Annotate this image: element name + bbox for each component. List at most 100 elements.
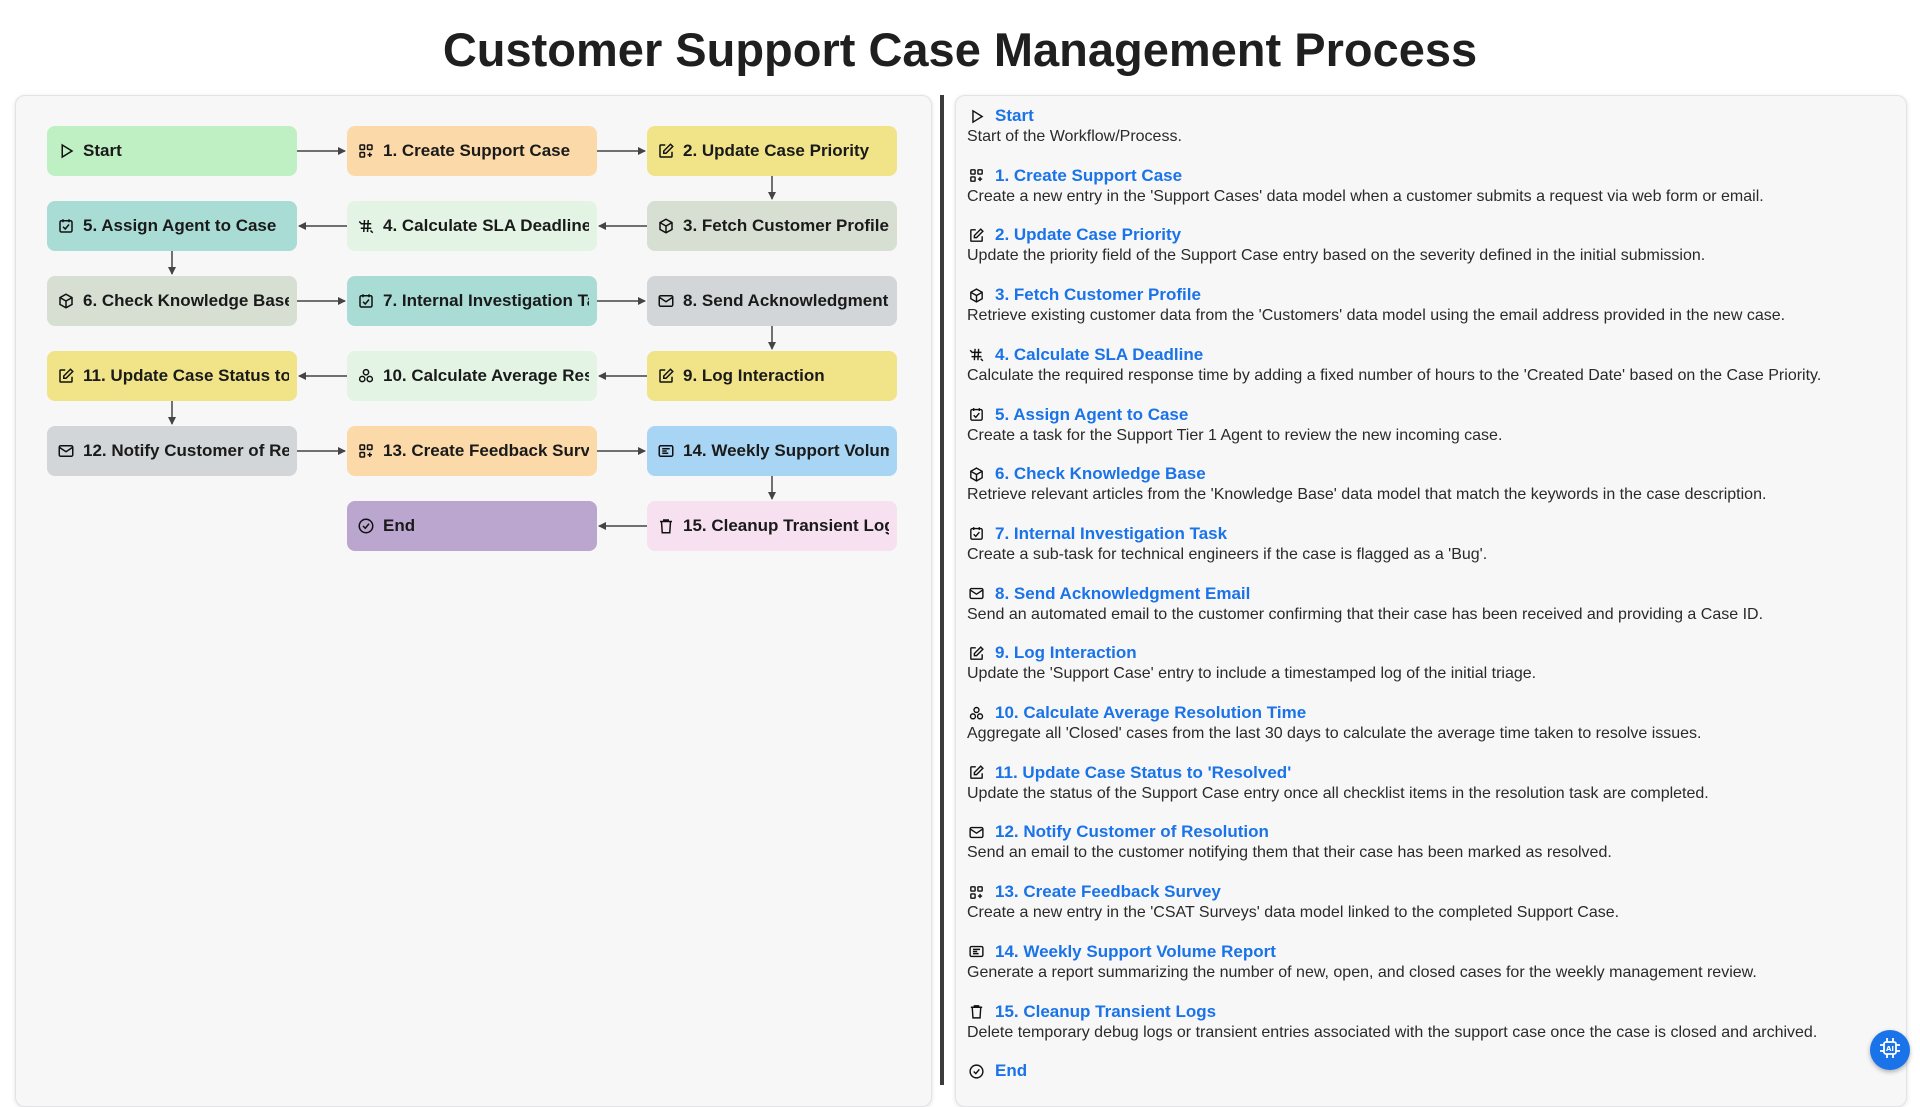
flow-node-label: 14. Weekly Support Volume Report bbox=[683, 441, 889, 460]
flow-node-label: 10. Calculate Average Resolution Time bbox=[383, 366, 589, 385]
flow-node-label: 7. Internal Investigation Task bbox=[383, 291, 589, 310]
step-link[interactable]: 7. Internal Investigation Task bbox=[995, 524, 1227, 544]
flow-node-s14[interactable]: 14. Weekly Support Volume Report bbox=[647, 426, 897, 476]
flow-node-s13[interactable]: 13. Create Feedback Survey bbox=[347, 426, 597, 476]
flow-node-s8[interactable]: 8. Send Acknowledgment Email bbox=[647, 276, 897, 326]
step-link[interactable]: 1. Create Support Case bbox=[995, 166, 1182, 186]
flow-node-s1[interactable]: 1. Create Support Case bbox=[347, 126, 597, 176]
page-title: Customer Support Case Management Process bbox=[442, 23, 1478, 76]
step-description: Start of the Workflow/Process. bbox=[967, 128, 1182, 145]
step-item: 6. Check Knowledge Base Retrieve relevant… bbox=[967, 463, 1887, 505]
ai-chip-icon: AI bbox=[1878, 1036, 1902, 1065]
step-description: Send an email to the customer notifying … bbox=[967, 844, 1612, 862]
edit-icon bbox=[967, 764, 985, 782]
mail-icon bbox=[967, 823, 985, 841]
step-link[interactable]: 13. Create Feedback Survey bbox=[995, 882, 1221, 902]
step-item: 12. Notify Customer of Resolution Send an… bbox=[967, 821, 1887, 863]
flow-node-label: 8. Send Acknowledgment Email bbox=[683, 291, 889, 310]
checkbox-icon bbox=[57, 217, 75, 235]
step-item: 7. Internal Investigation Task Create a s… bbox=[967, 523, 1887, 565]
step-description: Update the priority field of the Support… bbox=[967, 247, 1706, 265]
step-description: Calculate the required response time by … bbox=[967, 366, 1822, 384]
step-description: Retrieve existing customer data from the… bbox=[967, 307, 1786, 325]
flow-node-s12[interactable]: 12. Notify Customer of Resolution bbox=[47, 426, 297, 476]
grid-plus-icon bbox=[967, 167, 985, 185]
step-link[interactable]: 2. Update Case Priority bbox=[995, 225, 1181, 245]
step-item: 13. Create Feedback Survey Create a new e… bbox=[967, 881, 1887, 923]
step-item: 5. Assign Agent to Case Create a task for… bbox=[967, 404, 1887, 446]
edit-icon bbox=[657, 142, 675, 160]
flow-node-s11[interactable]: 11. Update Case Status to 'Resolved' bbox=[47, 351, 297, 401]
hash-icon bbox=[967, 346, 985, 364]
step-item: 14. Weekly Support Volume Report Generate… bbox=[967, 941, 1887, 983]
step-item: End bbox=[967, 1060, 1887, 1082]
step-link[interactable]: 11. Update Case Status to 'Resolved' bbox=[995, 763, 1291, 783]
step-description: Create a task for the Support Tier 1 Age… bbox=[967, 426, 1503, 444]
flow-node-label: 4. Calculate SLA Deadline bbox=[383, 216, 589, 235]
flow-node-s4[interactable]: 4. Calculate SLA Deadline bbox=[347, 201, 597, 251]
flow-node-label: 6. Check Knowledge Base bbox=[83, 291, 289, 310]
step-description: Send an automated email to the customer … bbox=[967, 605, 1764, 623]
step-link[interactable]: Start bbox=[995, 106, 1034, 126]
flow-node-s10[interactable]: 10. Calculate Average Resolution Time bbox=[347, 351, 597, 401]
mail-icon bbox=[57, 442, 75, 460]
step-description: Create a new entry in the 'Support Cases… bbox=[967, 187, 1764, 205]
flow-node-s15[interactable]: 15. Cleanup Transient Logs bbox=[647, 501, 897, 551]
flow-node-s9[interactable]: 9. Log Interaction bbox=[647, 351, 897, 401]
step-item: 1. Create Support Case Create a new entry… bbox=[967, 165, 1887, 207]
edit-icon bbox=[57, 367, 75, 385]
cube-icon bbox=[657, 217, 675, 235]
flow-node-label: 3. Fetch Customer Profile bbox=[683, 216, 889, 235]
ai-assistant-button[interactable]: AI bbox=[1870, 1030, 1910, 1070]
flow-node-s3[interactable]: 3. Fetch Customer Profile bbox=[647, 201, 897, 251]
step-link[interactable]: 3. Fetch Customer Profile bbox=[995, 285, 1201, 305]
flow-node-s7[interactable]: 7. Internal Investigation Task bbox=[347, 276, 597, 326]
step-link[interactable]: 14. Weekly Support Volume Report bbox=[995, 942, 1276, 962]
step-item: 10. Calculate Average Resolution Time Agg… bbox=[967, 702, 1887, 744]
step-link[interactable]: 5. Assign Agent to Case bbox=[995, 405, 1188, 425]
step-link[interactable]: 10. Calculate Average Resolution Time bbox=[995, 703, 1306, 723]
panel-divider[interactable] bbox=[940, 95, 944, 1085]
trash-icon bbox=[657, 517, 675, 535]
step-link[interactable]: 8. Send Acknowledgment Email bbox=[995, 584, 1250, 604]
flow-node-label: 2. Update Case Priority bbox=[683, 141, 870, 160]
step-item: 3. Fetch Customer Profile Retrieve existi… bbox=[967, 284, 1887, 326]
flow-node-label: 9. Log Interaction bbox=[683, 366, 825, 385]
step-description: Update the status of the Support Case en… bbox=[967, 784, 1709, 802]
flow-node-start[interactable]: Start bbox=[47, 126, 297, 176]
step-link[interactable]: 4. Calculate SLA Deadline bbox=[995, 345, 1203, 365]
step-item: 2. Update Case Priority Update the priori… bbox=[967, 224, 1887, 266]
step-link[interactable]: 9. Log Interaction bbox=[995, 643, 1137, 663]
step-link[interactable]: End bbox=[995, 1061, 1027, 1081]
checkbox-icon bbox=[967, 406, 985, 424]
flow-node-end[interactable]: End bbox=[347, 501, 597, 551]
step-item: 8. Send Acknowledgment Email Send an auto… bbox=[967, 583, 1887, 625]
hash-icon bbox=[357, 217, 375, 235]
grid-plus-icon bbox=[357, 142, 375, 160]
cube-icon bbox=[967, 286, 985, 304]
cube-icon bbox=[57, 292, 75, 310]
check-circle-icon bbox=[967, 1062, 985, 1080]
edit-icon bbox=[967, 644, 985, 662]
flow-node-label: 13. Create Feedback Survey bbox=[383, 441, 589, 460]
flow-node-s6[interactable]: 6. Check Knowledge Base bbox=[47, 276, 297, 326]
step-item: 15. Cleanup Transient Logs Delete tempora… bbox=[967, 1001, 1887, 1043]
step-link[interactable]: 15. Cleanup Transient Logs bbox=[995, 1002, 1216, 1022]
flow-node-label: 15. Cleanup Transient Logs bbox=[683, 516, 889, 535]
flow-node-s5[interactable]: 5. Assign Agent to Case bbox=[47, 201, 297, 251]
step-description: Create a sub-task for technical engineer… bbox=[967, 545, 1488, 563]
checkbox-icon bbox=[967, 525, 985, 543]
step-description: Generate a report summarizing the number… bbox=[967, 963, 1757, 981]
flow-node-s2[interactable]: 2. Update Case Priority bbox=[647, 126, 897, 176]
report-icon bbox=[967, 943, 985, 961]
trash-icon bbox=[967, 1003, 985, 1021]
edit-icon bbox=[657, 367, 675, 385]
aggregate-icon bbox=[357, 367, 375, 385]
step-link[interactable]: 6. Check Knowledge Base bbox=[995, 464, 1206, 484]
step-link[interactable]: 12. Notify Customer of Resolution bbox=[995, 822, 1269, 842]
step-item: 4. Calculate SLA Deadline Calculate the r… bbox=[967, 344, 1887, 386]
grid-plus-icon bbox=[357, 442, 375, 460]
edit-icon bbox=[967, 226, 985, 244]
step-description: Delete temporary debug logs or transient… bbox=[967, 1023, 1818, 1041]
flow-node-label: 1. Create Support Case bbox=[383, 141, 571, 160]
